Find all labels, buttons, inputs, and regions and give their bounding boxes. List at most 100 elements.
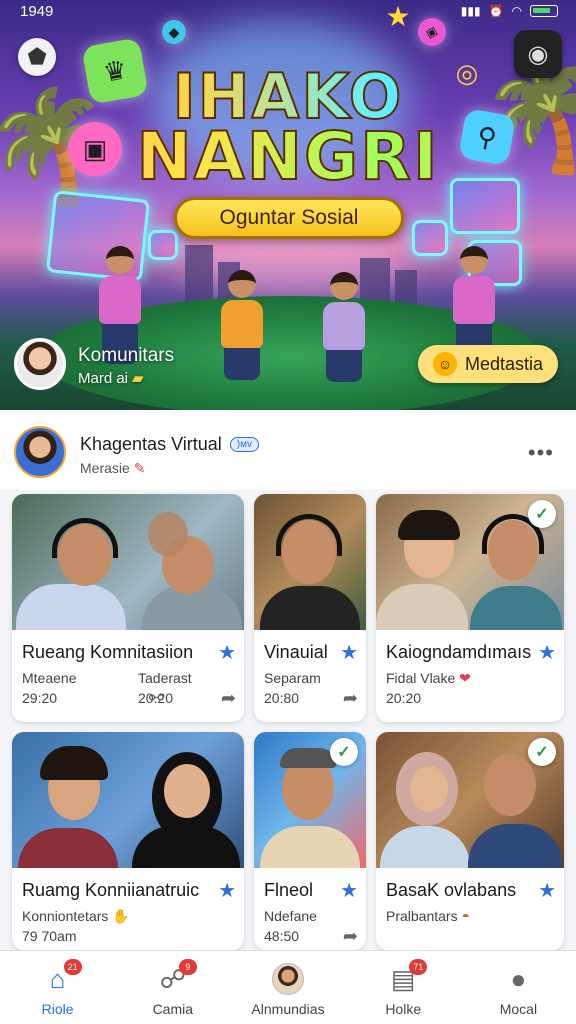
hand-icon: ✋ <box>112 908 130 924</box>
notification-badge: 9 <box>178 959 197 975</box>
status-bar: 1949 ▮▮▮ ⏰ ◠ <box>0 0 576 22</box>
nav-label: Mocal <box>499 1001 538 1017</box>
room-time: 48:50 <box>264 928 300 944</box>
room-host: Ndefane <box>264 908 317 924</box>
room-card[interactable]: Rueang Komnitasiion ★ Mteaene 29:20 Tade… <box>12 494 244 722</box>
status-time: 1949 <box>20 2 54 20</box>
bottom-navigation: ⌂ 21 Riole ☍ 9 Camia Alnmundias ▤ 71 Hol… <box>0 950 576 1024</box>
more-options-button[interactable]: ••• <box>528 440 554 466</box>
nav-label: Alnmundias <box>251 1001 325 1017</box>
battery-icon <box>530 5 558 17</box>
room-time: 29:20 <box>22 690 58 706</box>
star-icon[interactable]: ★ <box>538 640 556 665</box>
profile-name-row: Khagentas Virtual )ᴍᴠ <box>80 434 259 455</box>
room-card[interactable]: ✓ Flneol ★ Ndefane 48:50 ➦ <box>254 732 366 950</box>
star-icon[interactable]: ★ <box>340 878 358 903</box>
profile-row: Khagentas Virtual )ᴍᴠ Merasie ✎ ••• <box>0 410 576 490</box>
notification-badge: 71 <box>409 959 428 975</box>
bowl-icon: ◓ <box>461 908 470 924</box>
avatar-icon <box>272 963 304 995</box>
room-title: Rueang Komnitasiion <box>22 642 194 662</box>
room-photo <box>254 494 366 630</box>
star-icon[interactable]: ★ <box>340 640 358 665</box>
star-icon[interactable]: ★ <box>538 878 556 903</box>
camera-button[interactable]: ◉ <box>514 30 562 78</box>
room-card[interactable]: ✓ BasaK ovlabans ★ Pralbantars ◓ <box>376 732 564 950</box>
room-host: Pralbantars <box>386 908 458 924</box>
nav-label: Holke <box>385 1001 422 1017</box>
room-card[interactable]: Ruamg Konniianatruic ★ Konniontetars ✋ 7… <box>12 732 244 950</box>
hero-title-line2: NANGRI <box>0 117 576 196</box>
nav-item-chat[interactable]: ☍ 9 Camia <box>115 951 230 1024</box>
room-title: Ruamg Konniianatruic <box>22 880 200 900</box>
room-photo <box>12 494 244 630</box>
nav-item-community[interactable]: Alnmundias <box>230 951 345 1024</box>
home-button[interactable]: ⬟ <box>18 38 56 76</box>
room-photo <box>12 732 244 868</box>
room-host: Fidal Vlake <box>386 670 456 686</box>
room-host: Mteaene <box>22 670 77 686</box>
nav-label: Camia <box>152 1001 194 1017</box>
neon-screen-right-small <box>412 220 448 256</box>
status-icons: ▮▮▮ ⏰ ◠ <box>461 4 558 18</box>
checkmark-icon: ✓ <box>330 738 358 766</box>
checkmark-icon: ✓ <box>528 738 556 766</box>
neon-screen-small <box>148 230 178 260</box>
room-time: 20:80 <box>264 690 300 706</box>
room-category: Taderast <box>138 670 192 686</box>
room-time: 20:20 <box>386 690 422 706</box>
room-card[interactable]: Vinauial ★ Separam 20:80 ➦ <box>254 494 366 722</box>
profile-subtitle-row: Merasie ✎ <box>80 460 146 477</box>
notification-badge: 21 <box>63 959 82 975</box>
host-name: Komunitars <box>78 345 175 366</box>
verified-badge: )ᴍᴠ <box>229 437 259 452</box>
profile-subtitle: Merasie <box>80 460 130 476</box>
room-title: BasaK ovlabans <box>386 880 517 900</box>
nav-item-profile[interactable]: ● Mocal <box>461 951 576 1024</box>
more-icon: ••• <box>527 440 554 465</box>
alarm-icon: ⏰ <box>488 4 504 18</box>
host-subtitle-row: Mard ai ▰ <box>78 369 144 387</box>
star-icon[interactable]: ★ <box>218 640 236 665</box>
room-host-row: Konniontetars ✋ <box>22 908 130 925</box>
profile-name: Khagentas Virtual <box>80 434 222 454</box>
home-icon: ⬟ <box>27 44 47 69</box>
room-time: 79 70am <box>22 928 77 944</box>
room-title: Vinauial <box>264 642 328 662</box>
cta-button[interactable]: Oguntar Sosial <box>174 197 404 239</box>
room-host-row: Fidal Vlake ❤ <box>386 670 471 687</box>
host-avatar[interactable] <box>14 338 66 390</box>
wifi-icon: ◠ <box>511 4 522 18</box>
share-icon[interactable]: ➦ <box>343 926 358 947</box>
tag-icon: ✎ <box>133 460 146 476</box>
room-host-row: Pralbantars ◓ <box>386 908 470 924</box>
nav-item-inbox[interactable]: ▤ 71 Holke <box>346 951 461 1024</box>
meditate-label: Medtastia <box>464 353 544 374</box>
nav-label: Riole <box>41 1001 74 1017</box>
content-area: Khagentas Virtual )ᴍᴠ Merasie ✎ ••• Ruean… <box>0 410 576 950</box>
player-kneeling-left <box>210 270 274 380</box>
profile-avatar[interactable] <box>14 426 66 478</box>
room-title: Kaiogndamdımaıs <box>386 642 532 662</box>
room-title: Flneol <box>264 880 314 900</box>
chest-icon: ▰ <box>132 370 144 387</box>
share-icon[interactable]: ➦ <box>343 688 358 709</box>
checkmark-icon: ✓ <box>528 500 556 528</box>
signal-icon: ▮▮▮ <box>460 4 481 18</box>
share-icon[interactable]: ➦ <box>221 688 236 709</box>
room-host: Konniontetars <box>22 908 109 924</box>
room-host: Separam <box>264 670 321 686</box>
hero-banner: 🌴 🌴 1949 ▮▮▮ ⏰ ◠ ⬟ ◉ ♛ ▣ ◆ ★ ◈ ◎ ⚲ IHAKO… <box>0 0 576 410</box>
cube-small-icon: ◆ <box>162 20 186 44</box>
room-card[interactable]: ✓ Kaiogndamdımaıs ★ Fidal Vlake ❤ 20:20 <box>376 494 564 722</box>
heart-icon: ❤ <box>459 670 471 686</box>
smiley-icon: ☺ <box>432 352 457 376</box>
player-kneeling-right <box>312 272 376 382</box>
camera-icon: ◉ <box>527 40 549 68</box>
link-icon[interactable]: ⚯ <box>149 688 164 709</box>
profile-icon: ● <box>510 963 527 994</box>
star-icon[interactable]: ★ <box>218 878 236 903</box>
host-subtitle: Mard ai <box>78 370 129 387</box>
meditate-button[interactable]: ☺ Medtastia <box>418 345 558 383</box>
nav-item-home[interactable]: ⌂ 21 Riole <box>0 951 115 1024</box>
